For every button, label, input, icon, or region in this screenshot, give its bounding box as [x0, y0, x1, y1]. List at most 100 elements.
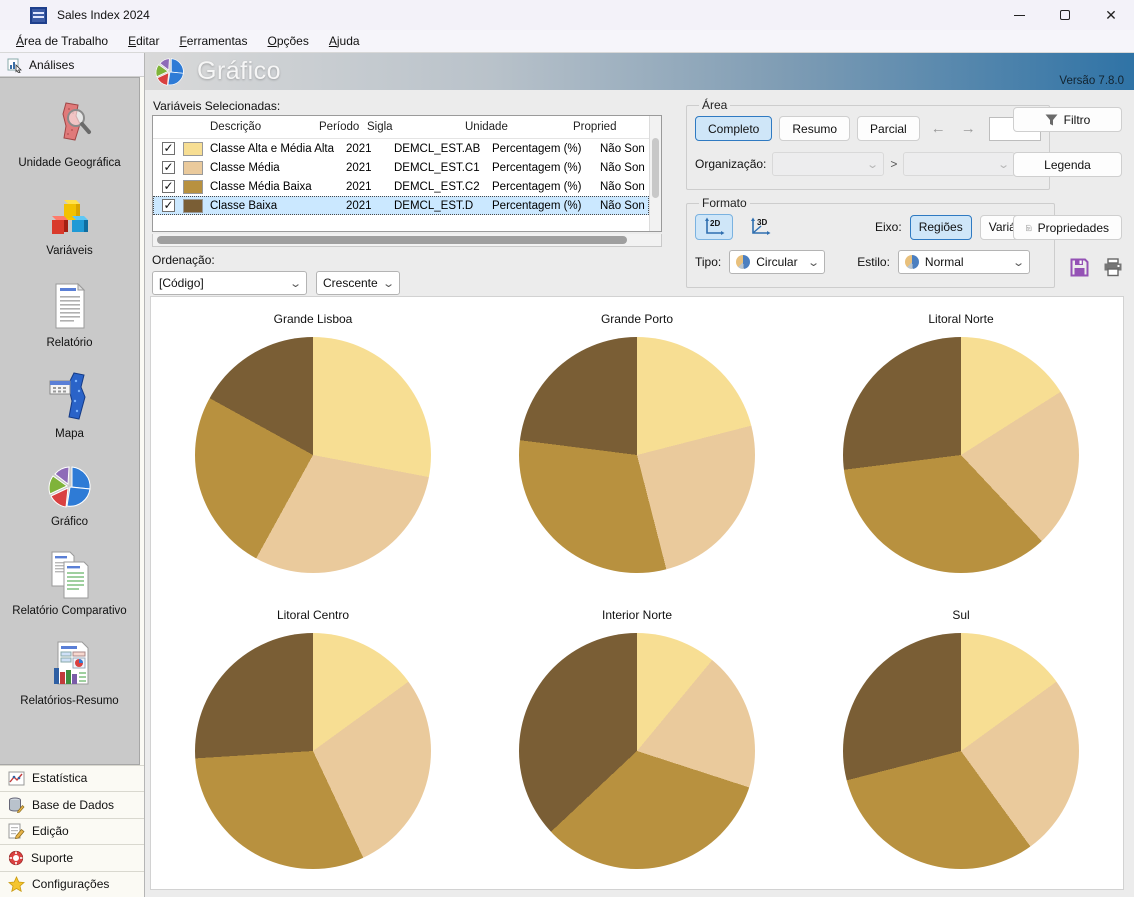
tipo-select[interactable]: Circular ⌄ [729, 250, 825, 274]
report-icon [48, 280, 92, 332]
menu-opcoes[interactable]: Opções [257, 31, 318, 51]
tipo-label: Tipo: [695, 255, 721, 269]
pie-litoral-norte[interactable] [843, 337, 1079, 573]
pie-interior-norte[interactable] [519, 633, 755, 869]
close-button[interactable]: ✕ [1088, 0, 1134, 30]
pie-sul[interactable] [843, 633, 1079, 869]
variables-table-header: Descrição Período Sigla Unidade Propried [153, 116, 649, 139]
filtro-button[interactable]: Filtro [1013, 107, 1122, 132]
arrow-left-icon[interactable]: ← [927, 120, 950, 137]
organizacao-label: Organização: [695, 157, 766, 171]
svg-text:2D: 2D [710, 219, 720, 228]
statistics-icon [8, 771, 25, 786]
maximize-icon [1060, 10, 1070, 20]
3d-button[interactable]: 3D [741, 214, 779, 240]
sidebar-item-configuracoes[interactable]: Configurações [0, 871, 144, 897]
page-banner: Gráfico Versão 7.8.0 [145, 53, 1134, 90]
table-horizontal-scrollbar[interactable] [152, 234, 662, 247]
color-swatch [183, 142, 203, 156]
arrow-right-icon[interactable]: → [957, 120, 980, 137]
save-icon[interactable] [1070, 258, 1089, 277]
sidebar-item-edicao[interactable]: Edição [0, 818, 144, 845]
sidebar-item-relatorio[interactable]: Relatório [0, 280, 139, 350]
column-periodo[interactable]: Período [319, 121, 367, 133]
chevron-down-icon: ⌄ [1012, 256, 1025, 269]
organizacao-select-1[interactable]: ⌄ [772, 152, 884, 176]
chevron-down-icon: ⌄ [382, 277, 395, 290]
sidebar-item-suporte[interactable]: Suporte [0, 844, 144, 871]
pie-type-icon [736, 255, 750, 269]
sidebar-item-base-de-dados[interactable]: Base de Dados [0, 791, 144, 818]
organizacao-select-2[interactable]: ⌄ [903, 152, 1015, 176]
pie-chart-litoral-norte: Litoral Norte [799, 297, 1123, 593]
parcial-button[interactable]: Parcial [857, 116, 920, 141]
menu-area-de-trabalho[interactable]: Área de Trabalho [6, 31, 118, 51]
pie-chart-grande-porto: Grande Porto [475, 297, 799, 593]
maximize-button[interactable] [1042, 0, 1088, 30]
map-icon [44, 371, 96, 423]
table-row[interactable]: Classe Média 2021 DEMCL_EST.C1 Percentag… [153, 158, 649, 177]
print-icon[interactable] [1103, 258, 1123, 277]
sidebar-item-relatorios-resumo[interactable]: Relatórios-Resumo [0, 640, 139, 708]
pie-chart-litoral-centro: Litoral Centro [151, 593, 475, 889]
column-sigla[interactable]: Sigla [367, 121, 465, 133]
sidebar-item-estatistica[interactable]: Estatística [0, 765, 144, 792]
menu-ajuda[interactable]: Ajuda [319, 31, 370, 51]
geographic-unit-icon [44, 100, 96, 152]
variables-panel-title: Variáveis Selecionadas: [153, 99, 280, 113]
eixo-label: Eixo: [875, 220, 902, 234]
sidebar-analyses-panel: Unidade Geográfica Variáveis Relatório [0, 77, 140, 764]
menu-ferramentas[interactable]: Ferramentas [169, 31, 257, 51]
window-title: Sales Index 2024 [57, 8, 150, 22]
pie-chart-grande-lisboa: Grande Lisboa [151, 297, 475, 593]
sidebar-item-unidade-geografica[interactable]: Unidade Geográfica [0, 100, 139, 170]
organizacao-separator: > [890, 157, 897, 171]
propriedades-button[interactable]: Propriedades [1013, 215, 1122, 240]
edit-icon [8, 823, 25, 839]
column-descricao[interactable]: Descrição [183, 121, 319, 133]
svg-text:3D: 3D [757, 218, 767, 227]
estilo-label: Estilo: [857, 255, 890, 269]
table-row-selected[interactable]: Classe Baixa 2021 DEMCL_EST.D Percentage… [153, 196, 649, 215]
row-checkbox[interactable] [162, 142, 175, 155]
pie-litoral-centro[interactable] [195, 633, 431, 869]
color-swatch [183, 161, 203, 175]
minimize-icon [1014, 15, 1025, 16]
completo-button[interactable]: Completo [695, 116, 772, 141]
pie-chart-interior-norte: Interior Norte [475, 593, 799, 889]
sidebar-item-grafico[interactable]: Gráfico [0, 463, 139, 529]
table-row[interactable]: Classe Alta e Média Alta 2021 DEMCL_EST.… [153, 139, 649, 158]
pie-grande-lisboa[interactable] [195, 337, 431, 573]
page-title: Gráfico [197, 57, 281, 86]
sidebar-item-mapa[interactable]: Mapa [0, 371, 139, 441]
pie-title: Grande Porto [601, 312, 673, 326]
row-checkbox[interactable] [162, 161, 175, 174]
estilo-select[interactable]: Normal ⌄ [898, 250, 1030, 274]
app-logo-icon [30, 7, 47, 24]
legenda-button[interactable]: Legenda [1013, 152, 1122, 177]
pie-chart-sul: Sul [799, 593, 1123, 889]
sidebar-item-relatorio-comparativo[interactable]: Relatório Comparativo [0, 550, 139, 618]
ordering-direction-select[interactable]: Crescente⌄ [316, 271, 400, 295]
column-propriedade[interactable]: Propried [573, 121, 649, 133]
column-unidade[interactable]: Unidade [465, 121, 573, 133]
row-checkbox[interactable] [162, 199, 175, 212]
resumo-button[interactable]: Resumo [779, 116, 850, 141]
chevron-down-icon: ⌄ [807, 256, 820, 269]
sidebar-header-analises[interactable]: Análises [0, 53, 144, 77]
pie-grande-porto[interactable] [519, 337, 755, 573]
ordering-field-select[interactable]: [Código]⌄ [152, 271, 307, 295]
sidebar-bottom-nav: Estatística Base de Dados Edição [0, 765, 144, 897]
menu-editar[interactable]: Editar [118, 31, 169, 51]
pie-style-icon [905, 255, 919, 269]
table-row[interactable]: Classe Média Baixa 2021 DEMCL_EST.C2 Per… [153, 177, 649, 196]
regioes-button[interactable]: Regiões [910, 215, 972, 240]
chart-icon [45, 463, 95, 511]
sidebar-item-variaveis[interactable]: Variáveis [0, 192, 139, 258]
row-checkbox[interactable] [162, 180, 175, 193]
minimize-button[interactable] [996, 0, 1042, 30]
analyses-icon [7, 57, 23, 73]
2d-button[interactable]: 2D [695, 214, 733, 240]
settings-star-icon [8, 876, 25, 892]
table-vertical-scrollbar[interactable] [649, 116, 661, 231]
